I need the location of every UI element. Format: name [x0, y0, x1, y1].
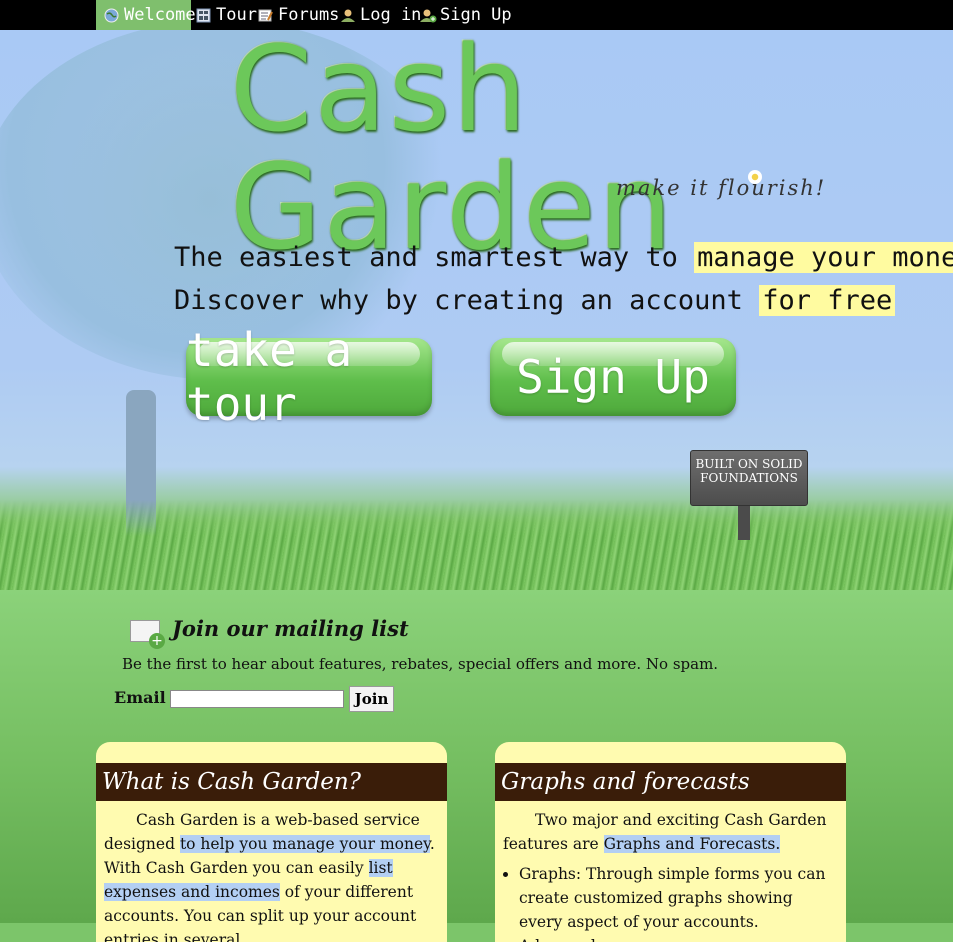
globe-icon	[104, 8, 119, 23]
solid-foundations-sign[interactable]: BUILT ON SOLID FOUNDATIONS	[690, 450, 808, 506]
take-tour-button[interactable]: take a tour	[186, 323, 432, 431]
what-is-card: What is Cash Garden? Cash Garden is a we…	[96, 742, 447, 942]
card-body: Two major and exciting Cash Garden featu…	[503, 808, 838, 942]
mailing-list-description: Be the first to hear about features, reb…	[122, 655, 719, 673]
card-highlight: to help you manage your money	[179, 835, 430, 853]
email-input[interactable]	[170, 690, 344, 708]
join-button[interactable]: Join	[349, 686, 394, 712]
card-title: Graphs and forecasts	[495, 763, 846, 801]
headline-1-highlight: manage your money	[694, 242, 953, 273]
list-item: Graphs: Through simple forms you can cre…	[519, 862, 838, 942]
card-body: Cash Garden is a web-based service desig…	[104, 808, 439, 942]
site-tagline: make it flourish!	[616, 176, 827, 200]
site-logo[interactable]: Cash Garden	[230, 30, 953, 266]
card-title: What is Cash Garden?	[96, 763, 447, 801]
headline-2-highlight: for free	[759, 285, 896, 316]
calculator-icon	[196, 8, 211, 23]
signup-button[interactable]: Sign Up	[490, 338, 736, 416]
card-paragraph: Cash Garden is a web-based service desig…	[104, 808, 439, 942]
grass-illustration	[0, 500, 953, 590]
take-tour-label: take a tour	[186, 323, 353, 431]
headline-2: Discover why by creating an account for …	[174, 285, 896, 316]
headline-2-text: Discover why by creating an account	[174, 285, 760, 316]
card-highlight: Graphs and Forecasts.	[603, 835, 781, 853]
headline-1-text: The easiest and smartest way to	[174, 242, 695, 273]
mail-add-icon	[130, 620, 165, 649]
graphs-forecasts-card: Graphs and forecasts Two major and excit…	[495, 742, 846, 942]
nav-item-welcome[interactable]: Welcome	[96, 0, 196, 30]
sign-post	[738, 500, 750, 540]
mailing-list-title: Join our mailing list	[172, 616, 409, 641]
email-label: Email	[114, 688, 166, 707]
sign-text: BUILT ON SOLID FOUNDATIONS	[695, 457, 803, 485]
feature-list: Graphs: Through simple forms you can cre…	[503, 862, 838, 942]
nav-label: Welcome	[124, 5, 196, 25]
card-paragraph: Two major and exciting Cash Garden featu…	[503, 808, 838, 856]
headline-1: The easiest and smartest way to manage y…	[174, 242, 953, 273]
signup-label: Sign Up	[516, 350, 710, 404]
